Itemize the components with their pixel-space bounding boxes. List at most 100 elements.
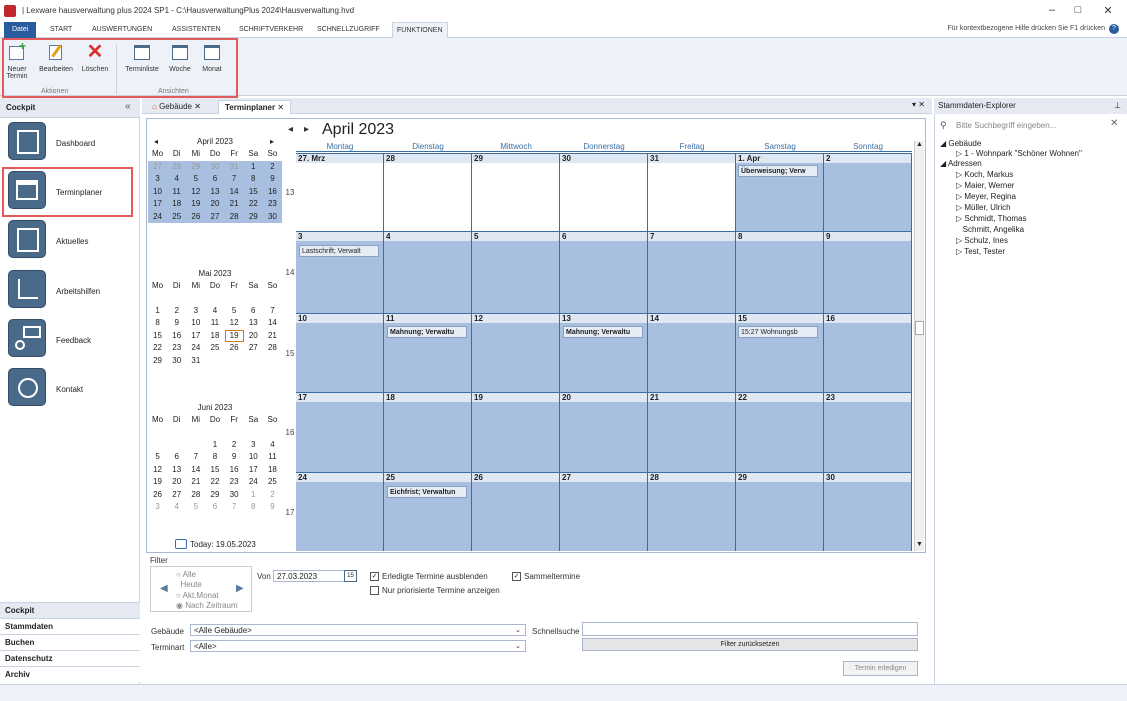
day-cell[interactable]: 19 [472,393,560,472]
appointment-wohnung[interactable]: 15:27 Wohnungsb [738,326,818,338]
minical-day[interactable]: 11 [263,451,282,464]
minical-day[interactable]: 12 [225,317,244,330]
minical-day[interactable]: 23 [167,342,186,355]
minical-day[interactable]: 20 [244,330,263,343]
minical-day[interactable]: 18 [263,464,282,477]
minical-day[interactable]: 22 [205,476,224,489]
minical-day[interactable]: 17 [244,464,263,477]
minical-day[interactable]: 8 [244,501,263,514]
terminart-select[interactable]: <Alle> ⌄ [190,640,526,652]
minical-day[interactable]: 31 [186,355,205,368]
minical-day[interactable] [148,439,167,452]
maximize-button[interactable]: □ [1068,4,1088,16]
tree-expand-icon[interactable] [956,225,963,234]
minical-day[interactable]: 25 [263,476,282,489]
minical-day[interactable]: 26 [148,489,167,502]
minical-day[interactable]: 10 [244,451,263,464]
day-cell[interactable]: 21 [648,393,736,472]
minical-day[interactable]: 6 [244,305,263,318]
minical-day[interactable]: 9 [263,501,282,514]
nav-dashboard[interactable]: Dashboard [8,122,136,164]
day-cell[interactable]: 2 [824,154,912,231]
bottom-nav-archiv[interactable]: Archiv [0,666,140,682]
day-cell[interactable]: 27 [560,473,648,551]
day-cell[interactable]: 20 [560,393,648,472]
minical-day[interactable]: 3 [148,173,168,186]
tab-funktionen[interactable]: FUNKTIONEN [392,22,448,38]
day-cell[interactable]: 17 [296,393,384,472]
minical-day[interactable]: 29 [205,489,224,502]
minical-day[interactable]: 15 [243,185,263,198]
minical-day[interactable]: 29 [243,210,263,223]
minical-day[interactable]: 13 [167,464,186,477]
minical-day[interactable]: 29 [186,160,206,173]
tree-expand-icon[interactable]: ▷ [956,247,964,256]
day-cell[interactable]: 30 [824,473,912,551]
minical-day[interactable]: 23 [262,198,282,211]
tab-auswertungen[interactable]: AUSWERTUNGEN [88,22,156,38]
appointment-mahnung1[interactable]: Mahnung; Verwaltu [387,326,467,338]
minical-day[interactable]: 23 [225,476,244,489]
day-cell[interactable]: 28 [648,473,736,551]
minical-day[interactable]: 14 [186,464,205,477]
minical-day[interactable]: 11 [167,185,187,198]
minical-day[interactable]: 5 [186,173,206,186]
tab-start[interactable]: START [46,22,76,38]
radio-aktmonat[interactable]: ○ Akt.Monat [176,591,219,600]
minical-day[interactable]: 6 [205,501,224,514]
minical-day[interactable]: 28 [224,210,244,223]
nurprio-checkbox[interactable] [370,586,379,595]
minical-day[interactable]: 24 [244,476,263,489]
radio-heute[interactable]: Heute [176,580,201,589]
minical-day[interactable]: 18 [205,330,224,343]
minical-day[interactable]: 2 [225,439,244,452]
tab-gebaeude[interactable]: ⌂ Gebäude ✕ [146,100,207,114]
woche-button[interactable]: Woche [166,42,194,73]
scroll-down-icon[interactable]: ▼ [915,541,924,551]
day-cell[interactable]: 7 [648,232,736,313]
minical-day[interactable]: 8 [148,317,167,330]
tree-address-item[interactable]: ▷ Schulz, Ines [956,236,1008,245]
tree-adressen[interactable]: ◢ Adressen [940,159,982,168]
minical-day[interactable]: 30 [205,160,225,173]
minical-day[interactable]: 26 [225,342,244,355]
tab-schnellzugriff[interactable]: SCHNELLZUGRIFF [313,22,384,38]
minical-day[interactable]: 7 [186,451,205,464]
tab-assistenten[interactable]: ASSISTENTEN [168,22,225,38]
minical-day[interactable]: 1 [243,160,263,173]
month-prev-icon[interactable]: ◂ [288,124,293,135]
edit-button[interactable]: Bearbeiten [37,42,75,73]
minical-day[interactable]: 30 [225,489,244,502]
minical-day[interactable]: 9 [167,317,186,330]
minical-day[interactable]: 21 [263,330,282,343]
date-picker-icon[interactable]: 15 [344,570,357,582]
day-cell[interactable]: 22 [736,393,824,472]
day-cell[interactable]: 23 [824,393,912,472]
minical-day[interactable]: 6 [205,173,225,186]
minical-day[interactable]: 25 [167,210,187,223]
minical-day[interactable]: 27 [244,342,263,355]
minical-day[interactable]: 2 [167,305,186,318]
day-cell[interactable]: 30 [560,154,648,231]
minical-juni[interactable]: Juni 2023 Mo Di Mi Do Fr Sa So 1 2 3 4 5 6 7 8 9 10 11 12 1… [148,402,282,514]
minical-day[interactable]: 12 [186,185,206,198]
minical-day[interactable]: 15 [148,330,167,343]
day-cell[interactable]: 28 [384,154,472,231]
minical-day[interactable]: 7 [224,173,244,186]
month-next-icon[interactable]: ▸ [304,124,309,135]
minical-day[interactable]: 31 [224,160,244,173]
minical-day[interactable]: 19 [186,198,206,211]
minical-day[interactable]: 16 [167,330,186,343]
tab-gebaeude-close[interactable]: ✕ [194,102,201,111]
minical-day[interactable] [167,439,186,452]
terminliste-button[interactable]: Terminliste [122,42,162,73]
day-cell[interactable]: 18 [384,393,472,472]
minical-day[interactable]: 1 [205,439,224,452]
minical-day[interactable]: 13 [205,185,225,198]
tab-terminplaner-doc[interactable]: Terminplaner ✕ [218,100,292,114]
app-icon[interactable] [4,5,16,17]
minical-day[interactable]: 3 [186,305,205,318]
nav-aktuelles[interactable]: Aktuelles [8,220,136,262]
minical-day[interactable]: 12 [148,464,167,477]
minical-day[interactable] [244,355,263,368]
